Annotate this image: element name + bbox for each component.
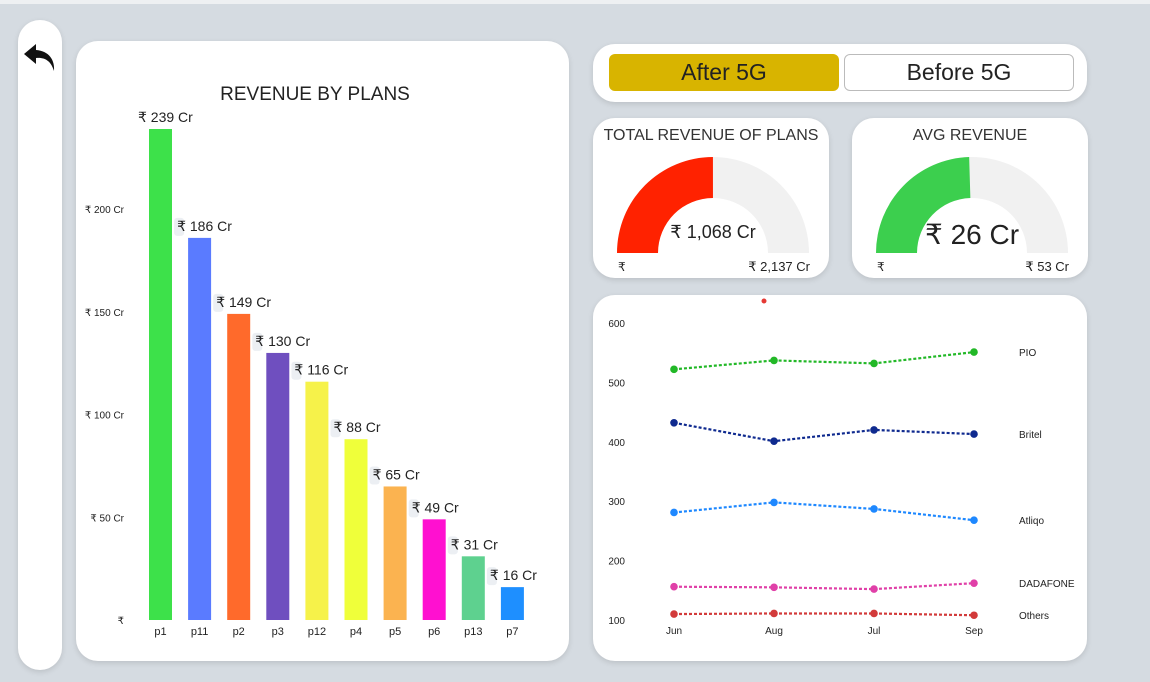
series-point-dadafone xyxy=(870,585,878,593)
x-tick-label: Jul xyxy=(868,626,881,637)
series-point-pio xyxy=(670,365,678,374)
x-tick-label: Aug xyxy=(765,626,783,637)
data-label: ₹ 149 Cr xyxy=(216,294,271,310)
period-toggle: After 5G Before 5G xyxy=(593,44,1087,102)
series-point-britel xyxy=(970,430,978,438)
gauge-min-label: ₹ xyxy=(618,260,626,274)
data-label: ₹ 65 Cr xyxy=(373,466,420,482)
y-tick-label: ₹ xyxy=(118,616,124,627)
x-tick-label: p12 xyxy=(308,626,326,638)
y-tick-label: 400 xyxy=(608,438,625,449)
x-tick-label: p5 xyxy=(389,626,401,638)
revenue-bar-chart: REVENUE BY PLANS ₹ ₹ 50 Cr ₹ 100 Cr ₹ 150 Cr… xyxy=(85,84,537,638)
bar-p2 xyxy=(227,313,251,620)
x-tick-label: p1 xyxy=(154,626,166,638)
y-tick-label: ₹ 150 Cr xyxy=(85,308,125,319)
series-label: Others xyxy=(1019,611,1049,622)
bar-p1 xyxy=(149,129,172,620)
revenue-by-plans-card: REVENUE BY PLANS ₹ ₹ 50 Cr ₹ 100 Cr ₹ 150 Cr… xyxy=(76,41,569,661)
before-5g-button[interactable]: Before 5G xyxy=(844,54,1074,91)
operator-revenue-line-card: 100 200 300 400 500 600 Jun Aug Jul Sep PIO Britel A… xyxy=(593,295,1087,661)
x-tick-label: p2 xyxy=(233,626,245,638)
data-label: ₹ 239 Cr xyxy=(138,109,193,125)
operator-line-chart: 100 200 300 400 500 600 Jun Aug Jul Sep PIO Britel A… xyxy=(608,298,1075,637)
bar-p5 xyxy=(383,486,407,620)
series-label: DADAFONE xyxy=(1019,579,1075,590)
x-tick-label: p13 xyxy=(464,626,482,638)
series-point-pio xyxy=(870,359,878,368)
series-point-others xyxy=(970,611,978,620)
total-revenue-gauge-card: TOTAL REVENUE OF PLANS ₹ 1,068 Cr ₹ ₹ 2,13… xyxy=(593,118,829,278)
bar-p7 xyxy=(500,587,524,620)
gauge-value: ₹ 1,068 Cr xyxy=(670,222,756,242)
series-point-dadafone xyxy=(970,579,978,587)
data-label: ₹ 88 Cr xyxy=(334,419,381,435)
series-point-others xyxy=(770,609,778,618)
avg-revenue-gauge-card: AVG REVENUE ₹ 26 Cr ₹ ₹ 53 Cr xyxy=(852,118,1088,278)
data-label: ₹ 49 Cr xyxy=(412,499,459,515)
x-tick-label: Sep xyxy=(965,626,983,637)
y-tick-label: 300 xyxy=(608,497,625,508)
bar-p12 xyxy=(305,381,329,620)
chart-title: REVENUE BY PLANS xyxy=(220,84,410,105)
sidebar xyxy=(18,20,62,670)
series-point-pio xyxy=(970,348,978,356)
y-tick-label: ₹ 200 Cr xyxy=(85,205,125,216)
series-line-britel xyxy=(673,421,975,443)
data-label: ₹ 16 Cr xyxy=(490,567,537,583)
series-point-britel xyxy=(870,426,878,434)
y-tick-label: 600 xyxy=(608,319,625,330)
series-point-others xyxy=(670,610,678,618)
series-point-dadafone xyxy=(770,583,778,592)
data-label: ₹ 186 Cr xyxy=(177,218,232,234)
series-label: PIO xyxy=(1019,348,1036,359)
y-tick-label: 200 xyxy=(608,557,625,568)
gauge-max-label: ₹ 53 Cr xyxy=(1025,259,1069,274)
series-point-dadafone xyxy=(670,582,678,591)
back-arrow-icon[interactable] xyxy=(21,38,59,76)
data-label: ₹ 116 Cr xyxy=(294,362,348,378)
bar-p6 xyxy=(422,519,446,620)
series-point-pio xyxy=(770,356,778,365)
bar-p4 xyxy=(344,439,368,620)
bar-p13 xyxy=(461,556,485,620)
top-strip xyxy=(0,0,1150,4)
after-5g-button[interactable]: After 5G xyxy=(609,54,839,91)
gauge-value: ₹ 26 Cr xyxy=(925,219,1019,250)
series-point-atliqo xyxy=(770,498,778,507)
gauge-title: TOTAL REVENUE OF PLANS xyxy=(603,127,819,144)
series-point-others xyxy=(870,609,878,618)
x-tick-label: Jun xyxy=(666,626,682,637)
stray-marker xyxy=(761,298,767,304)
x-tick-label: p7 xyxy=(506,626,518,638)
y-tick-label: 500 xyxy=(608,378,625,389)
x-tick-label: p3 xyxy=(272,626,284,638)
series-label: Britel xyxy=(1019,430,1042,441)
series-point-atliqo xyxy=(970,516,978,525)
series-label: Atliqo xyxy=(1019,516,1044,527)
data-label: ₹ 31 Cr xyxy=(451,536,498,552)
series-line-others xyxy=(673,612,975,617)
data-label: ₹ 130 Cr xyxy=(255,333,310,349)
gauge-title: AVG REVENUE xyxy=(912,127,1028,144)
x-tick-label: p4 xyxy=(350,626,362,638)
series-line-pio xyxy=(673,351,975,371)
y-tick-label: ₹ 50 Cr xyxy=(90,513,124,524)
series-point-atliqo xyxy=(870,505,878,513)
bar-p11 xyxy=(188,237,212,620)
bar-p3 xyxy=(266,352,290,620)
series-line-atliqo xyxy=(673,501,975,522)
series-point-britel xyxy=(670,418,678,427)
series-line-dadafone xyxy=(673,582,975,591)
gauge-max-label: ₹ 2,137 Cr xyxy=(748,259,810,274)
y-tick-label: ₹ 100 Cr xyxy=(85,411,125,422)
gauge-min-label: ₹ xyxy=(877,260,885,274)
x-tick-label: p11 xyxy=(191,626,209,638)
series-point-atliqo xyxy=(670,508,678,517)
series-point-britel xyxy=(770,437,778,446)
y-tick-label: 100 xyxy=(608,616,625,627)
x-tick-label: p6 xyxy=(428,626,440,638)
